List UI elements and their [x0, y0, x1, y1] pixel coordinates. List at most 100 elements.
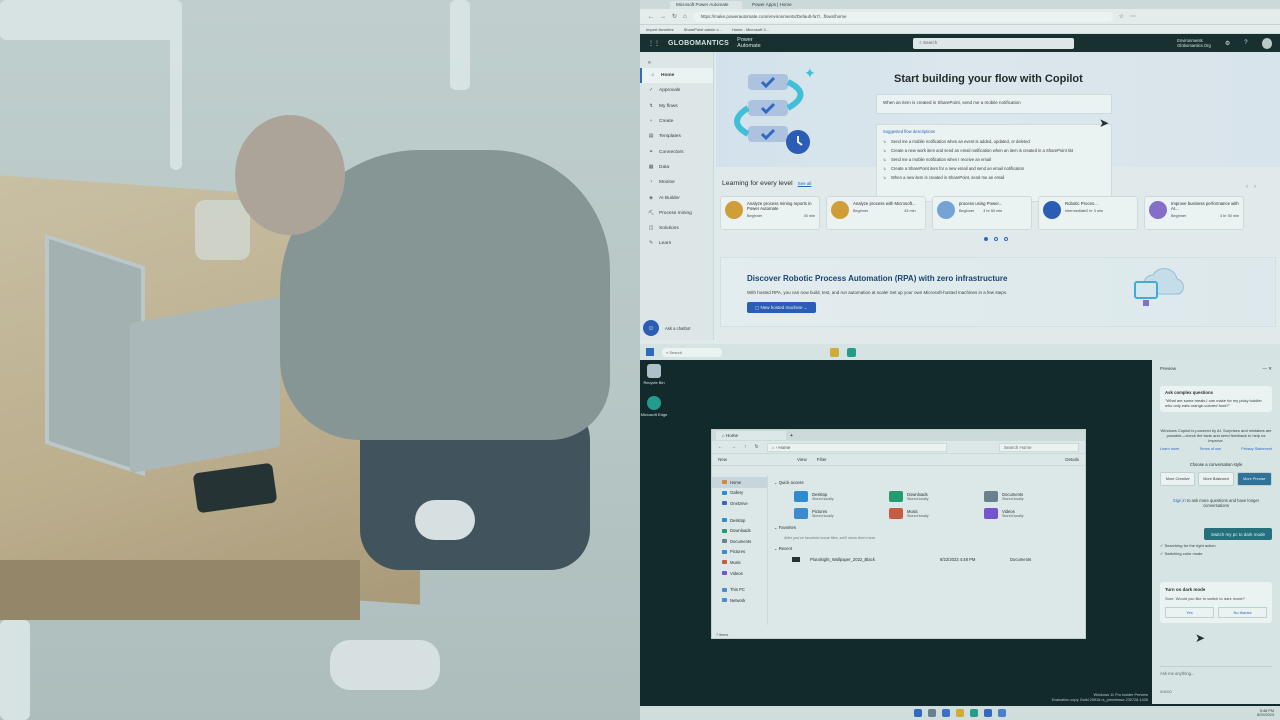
nav-onedrive[interactable]: OneDrive	[712, 498, 767, 509]
filter-button[interactable]: Filter	[817, 457, 827, 462]
sidebar-item-my-flows[interactable]: ↯ My flows	[640, 99, 713, 114]
pager-dot[interactable]	[994, 237, 998, 241]
carousel-arrows[interactable]: ‹›	[1246, 184, 1262, 190]
suggestion-item[interactable]: When a new item is created in SharePoint…	[883, 175, 1105, 180]
yes-button[interactable]: Yes	[1165, 607, 1214, 618]
up-icon[interactable]: ↑	[744, 444, 747, 450]
sidebar-item-create[interactable]: + Create	[640, 114, 713, 129]
window-controls[interactable]: — ✕	[1262, 366, 1272, 372]
nav-documents[interactable]: Documents	[712, 536, 767, 547]
suggestion-item[interactable]: Send me a mobile notification when an ev…	[883, 139, 1105, 144]
suggestion-item[interactable]: Send me a mobile notification when I rec…	[883, 157, 1105, 162]
section-recent[interactable]: ⌄ Recent	[774, 546, 1084, 551]
back-icon[interactable]: ←	[718, 444, 723, 450]
details-button[interactable]: Details	[1065, 457, 1079, 462]
folder-item[interactable]: Pictures Stored locally	[794, 508, 889, 519]
store-icon[interactable]	[984, 709, 992, 717]
folder-item[interactable]: Downloads Stored locally	[889, 491, 984, 502]
file-explorer-icon[interactable]	[956, 709, 964, 717]
recycle-bin-icon[interactable]: Recycle Bin	[640, 364, 669, 385]
section-quick-access[interactable]: ⌄ Quick access	[774, 480, 1084, 485]
no-thanks-button[interactable]: No thanks	[1218, 607, 1267, 618]
search-input[interactable]: ⌕ Search	[913, 37, 1075, 49]
copilot-input[interactable]: Ask me anything... 0/4000	[1160, 666, 1272, 694]
path-bar[interactable]: ⌂ › Home	[766, 442, 947, 452]
folder-item[interactable]: Desktop Stored locally	[794, 491, 889, 502]
search-icon[interactable]	[928, 709, 936, 717]
sidebar-item-process-mining[interactable]: ⛏ Process mining	[640, 206, 713, 221]
more-icon[interactable]: ⋯	[1130, 13, 1136, 20]
browser-tab[interactable]: Microsoft Power Automate	[670, 0, 742, 9]
carousel-pager[interactable]	[984, 237, 1008, 241]
new-button[interactable]: New	[718, 457, 727, 462]
section-favorites[interactable]: ⌄ Favorites	[774, 525, 1084, 530]
refresh-icon[interactable]: ↻	[755, 444, 759, 450]
task-view-icon[interactable]	[942, 709, 950, 717]
help-icon[interactable]: ?	[1244, 40, 1247, 46]
hamburger-icon[interactable]: ≡	[640, 58, 713, 68]
copilot-icon[interactable]	[998, 709, 1006, 717]
sidebar-item-data[interactable]: ▦ Data	[640, 160, 713, 175]
forward-icon[interactable]: →	[731, 444, 736, 450]
style-balanced[interactable]: More Balanced	[1198, 472, 1234, 486]
windows-start-icon[interactable]	[914, 709, 922, 717]
browser-tab[interactable]: Power Apps | Home	[746, 0, 818, 9]
back-icon[interactable]: ←	[648, 14, 654, 20]
sidebar-item-home[interactable]: ⌂ Home	[640, 68, 713, 84]
nav-home[interactable]: Home	[712, 477, 767, 488]
sidebar-item-monitor[interactable]: ◔ Monitor	[640, 175, 713, 190]
sign-in-link[interactable]: Sign in	[1173, 498, 1186, 503]
nav-desktop[interactable]: Desktop	[712, 515, 767, 526]
url-field[interactable]: https://make.powerautomate.com/environme…	[692, 11, 1113, 22]
style-precise[interactable]: More Precise	[1236, 472, 1272, 486]
sidebar-item-solutions[interactable]: ◫ Solutions	[640, 221, 713, 236]
nav-videos[interactable]: Videos	[712, 568, 767, 579]
home-icon[interactable]: ⌂	[683, 14, 687, 20]
copilot-prompt-input[interactable]: When an item is created in SharePoint, s…	[876, 94, 1112, 114]
waffle-icon[interactable]: ⋮⋮	[648, 40, 660, 47]
favorite-link[interactable]: Home - Microsoft 3...	[732, 27, 769, 32]
favorite-link[interactable]: SharePoint admin c...	[684, 27, 722, 32]
learning-card[interactable]: Analyze process mining reports in Power …	[720, 196, 820, 230]
explorer-search[interactable]: Search Home	[999, 442, 1079, 452]
see-all-link[interactable]: See all	[798, 181, 812, 186]
new-tab-icon[interactable]: +	[790, 433, 793, 439]
pager-dot[interactable]	[984, 237, 988, 241]
pager-dot[interactable]	[1004, 237, 1008, 241]
style-creative[interactable]: More Creative	[1160, 472, 1196, 486]
nav-pictures[interactable]: Pictures	[712, 547, 767, 558]
gear-icon[interactable]: ⚙	[1225, 40, 1230, 47]
sidebar-item-ai-builder[interactable]: ◈ AI Builder	[640, 190, 713, 205]
refresh-icon[interactable]: ↻	[672, 13, 677, 20]
recent-file-row[interactable]: Pluralsight_Wallpaper_2022_Black 8/22/20…	[792, 557, 1084, 562]
learning-card[interactable]: Robotic Proces... Intermediate 2 hr 3 min	[1038, 196, 1138, 230]
avatar[interactable]	[1261, 37, 1272, 49]
explorer-tab[interactable]: ⌂ Home	[716, 431, 786, 440]
view-button[interactable]: View	[797, 457, 807, 462]
nav-downloads[interactable]: Downloads	[712, 525, 767, 536]
nav-this-pc[interactable]: This PC	[712, 584, 767, 595]
nav-music[interactable]: Music	[712, 557, 767, 568]
star-icon[interactable]: ☆	[1119, 13, 1124, 20]
taskbar-search[interactable]: ⌕ Search	[662, 347, 722, 357]
forward-icon[interactable]: →	[660, 14, 666, 20]
edge-desktop-icon[interactable]: Microsoft Edge	[640, 396, 669, 417]
learning-card[interactable]: Improve business performance with AI... B…	[1144, 196, 1244, 230]
learn-more-link[interactable]: Learn more	[1160, 447, 1179, 451]
environment-picker[interactable]: Environments Globomantics.Org	[1177, 38, 1211, 48]
nav-network[interactable]: Network	[712, 595, 767, 606]
learning-card[interactable]: Analyze process with Microsoft... Beginne…	[826, 196, 926, 230]
privacy-link[interactable]: Privacy Statement	[1241, 447, 1272, 451]
sidebar-item-connectors[interactable]: ⚭ Connectors	[640, 144, 713, 159]
learning-card[interactable]: process using Power... Beginner 4 hr 50 mi…	[932, 196, 1032, 230]
suggestion-item[interactable]: Create a SharePoint item for a new email…	[883, 166, 1105, 171]
favorite-link[interactable]: Import favorites	[646, 27, 674, 32]
sidebar-item-templates[interactable]: ▤ Templates	[640, 129, 713, 144]
edge-icon[interactable]	[847, 347, 856, 357]
clock[interactable]: 5:48 PM 8/29/2023	[1257, 709, 1274, 718]
edge-icon[interactable]	[970, 709, 978, 717]
sidebar-item-approvals[interactable]: ✓ Approvals	[640, 83, 713, 98]
new-hosted-machine-button[interactable]: ▢ New hosted machine ⌄	[747, 302, 816, 313]
windows-start-icon[interactable]	[646, 348, 654, 356]
folder-item[interactable]: Documents Stored locally	[984, 491, 1079, 502]
